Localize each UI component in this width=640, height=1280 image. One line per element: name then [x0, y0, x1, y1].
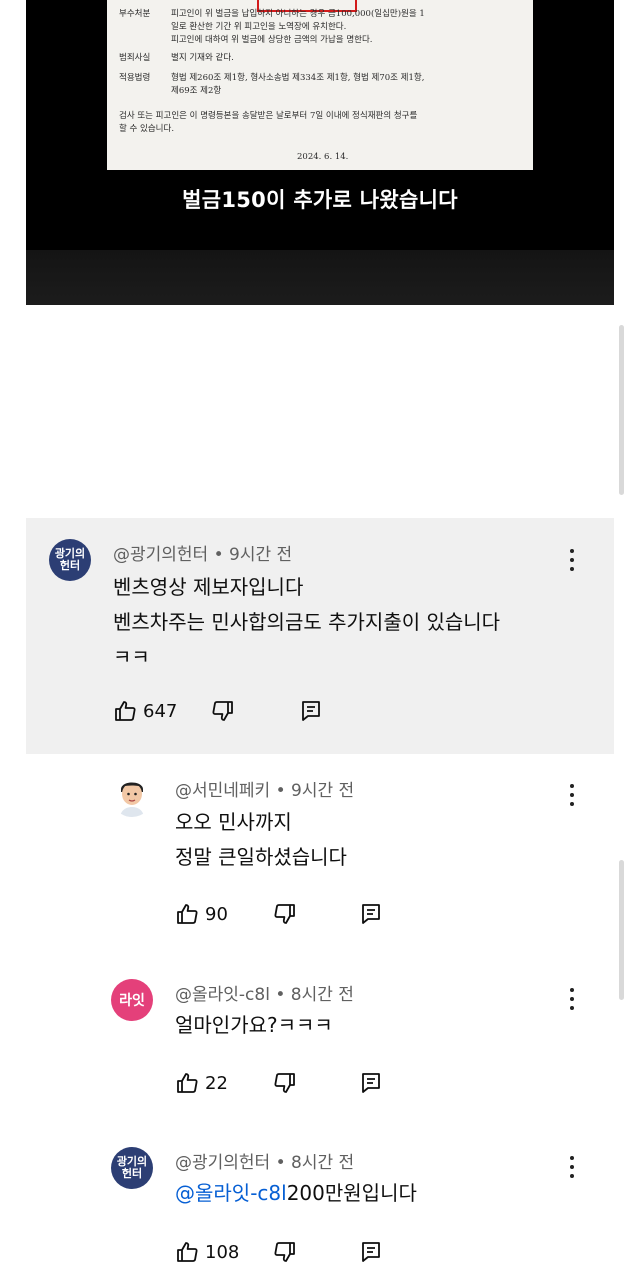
comment-actions: 108	[175, 1237, 395, 1267]
reply-button[interactable]	[359, 1237, 383, 1267]
avatar[interactable]: 광기의 헌터	[49, 539, 91, 581]
like-button[interactable]: 90	[175, 899, 228, 929]
dislike-button[interactable]	[273, 1237, 297, 1267]
comment-time[interactable]: 8시간 전	[291, 1153, 354, 1173]
comment-text: 벤츠영상 제보자입니다 벤츠차주는 민사합의금도 추가지출이 있습니다 ㅋㅋ	[113, 575, 501, 669]
more-vert-icon[interactable]	[565, 781, 579, 811]
thumb-down-icon	[274, 1242, 295, 1262]
avatar[interactable]: 광기의 헌터	[111, 1147, 153, 1189]
like-button[interactable]: 22	[175, 1068, 228, 1098]
reply-icon	[302, 701, 320, 721]
thumb-up-icon	[177, 1073, 198, 1093]
comment-actions: 22	[175, 1068, 395, 1098]
reply-icon	[362, 904, 380, 924]
comment-time[interactable]: 9시간 전	[229, 545, 292, 565]
scrollbar[interactable]	[619, 860, 624, 1000]
like-count: 108	[205, 1241, 240, 1263]
comment-meta: @올라잇-c8l • 8시간 전	[175, 985, 354, 1005]
more-vert-icon[interactable]	[565, 1153, 579, 1183]
comment-author[interactable]: @광기의헌터	[175, 1153, 270, 1173]
like-button[interactable]: 647	[113, 696, 177, 726]
doc-row: 적용법령 형법 제260조 제1항, 형사소송법 제334조 제1항, 형법 제7…	[119, 73, 425, 83]
like-count: 647	[143, 700, 178, 722]
comment-actions: 647	[113, 696, 333, 726]
reply-button[interactable]	[359, 1068, 383, 1098]
doc-row: 할 수 있습니다.	[119, 124, 175, 134]
comment-author[interactable]: @서민네페키	[175, 781, 270, 801]
comment-text: 오오 민사까지 정말 큰일하셨습니다	[175, 810, 347, 869]
thumb-up-icon	[177, 904, 198, 924]
avatar[interactable]	[111, 775, 153, 817]
comment-author[interactable]: @올라잇-c8l	[175, 985, 270, 1005]
reply-icon	[362, 1073, 380, 1093]
thumb-up-icon	[115, 701, 136, 721]
thumb-down-icon	[274, 904, 295, 924]
doc-row: 일로 환산한 기간 위 피고인을 노역장에 유치한다.	[171, 22, 347, 32]
more-vert-icon[interactable]	[565, 985, 579, 1015]
reply-button[interactable]	[299, 696, 323, 726]
court-document-image: 부수처분 피고인이 위 벌금을 납입하지 아니하는 경우 금100,000(일십만…	[107, 0, 533, 170]
doc-row: 피고인에 대하여 위 벌금에 상당한 금액의 가납을 명한다.	[171, 35, 373, 45]
video-caption: 벌금150이 추가로 나왔습니다	[182, 188, 458, 212]
thumb-down-icon	[274, 1073, 295, 1093]
doc-row: 검사 또는 피고인은 이 명령등본을 송달받은 날로부터 7일 이내에 정식재판…	[119, 111, 418, 121]
like-count: 22	[205, 1072, 228, 1094]
scrollbar[interactable]	[619, 325, 624, 495]
mention-link[interactable]: @올라잇-c8l	[175, 1181, 287, 1205]
thumb-down-icon	[212, 701, 233, 721]
video-progress-area[interactable]	[26, 250, 614, 305]
document-date: 2024. 6. 14.	[297, 152, 349, 162]
doc-row: 제69조 제2항	[171, 86, 222, 96]
dislike-button[interactable]	[273, 1068, 297, 1098]
comment-text: @올라잇-c8l200만원입니다	[175, 1181, 417, 1205]
video-player[interactable]: 부수처분 피고인이 위 벌금을 납입하지 아니하는 경우 금100,000(일십만…	[26, 0, 614, 305]
comment-author[interactable]: @광기의헌터	[113, 545, 208, 565]
comment-meta: @광기의헌터 • 9시간 전	[113, 545, 293, 565]
doc-row: 부수처분 피고인이 위 벌금을 납입하지 아니하는 경우 금100,000(일십만…	[119, 9, 425, 19]
dislike-button[interactable]	[211, 696, 235, 726]
like-button[interactable]: 108	[175, 1237, 239, 1267]
dislike-button[interactable]	[273, 899, 297, 929]
doc-row: 범죄사실 별지 기재와 같다.	[119, 53, 234, 63]
comment-time[interactable]: 9시간 전	[291, 781, 354, 801]
comment-text: 얼마인가요?ㅋㅋㅋ	[175, 1013, 333, 1037]
comment-time[interactable]: 8시간 전	[291, 985, 354, 1005]
reply-icon	[362, 1242, 380, 1262]
comment-meta: @광기의헌터 • 8시간 전	[175, 1153, 355, 1173]
comment-meta: @서민네페키 • 9시간 전	[175, 781, 355, 801]
reply-button[interactable]	[359, 899, 383, 929]
thumb-up-icon	[177, 1242, 198, 1262]
avatar[interactable]: 라잇	[111, 979, 153, 1021]
like-count: 90	[205, 903, 228, 925]
comment-actions: 90	[175, 899, 395, 929]
more-vert-icon[interactable]	[565, 546, 579, 576]
